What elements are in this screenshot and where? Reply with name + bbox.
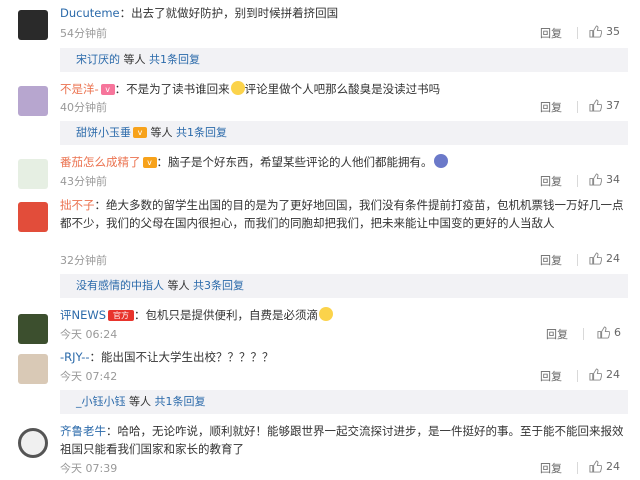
divider <box>577 27 578 39</box>
avatar[interactable] <box>18 86 48 116</box>
reply-button[interactable]: 回复 <box>540 252 562 268</box>
official-badge: 官方 <box>108 310 135 321</box>
reply-button[interactable]: 回复 <box>540 25 562 41</box>
thumbs-up-icon <box>589 368 603 381</box>
reply-tail: 等人 <box>147 126 176 139</box>
thumbs-up-icon <box>589 252 603 265</box>
reply-button[interactable]: 回复 <box>540 368 562 384</box>
vip-badge: v <box>133 127 147 138</box>
divider <box>577 254 578 266</box>
comment-text: 脑子是个好东西，希望某些评论的人他们都能拥有。 <box>168 155 433 169</box>
comment-username[interactable]: -RJY-- <box>60 350 90 364</box>
comment-username[interactable]: 齐鲁老牛 <box>60 424 106 438</box>
comment-text: 出去了就做好防护，别到时候拼着挤回国 <box>131 6 339 20</box>
like-button[interactable]: 24 <box>589 252 620 265</box>
comment-body: 齐鲁老牛：哈哈，无论咋说，顺利就好！能够跟世界一起交流探讨进步，是一件挺好的事。… <box>60 424 624 456</box>
comment-username[interactable]: 不是洋- <box>60 82 99 96</box>
view-replies-link[interactable]: 共1条回复 <box>149 53 200 66</box>
comment-body: 评NEWS 官方 ：包机只是提供便利，自费是必须滴 <box>60 306 630 324</box>
comment-text-cont: 评论里做个人吧那么酸臭是没读过书吗 <box>244 82 441 96</box>
comment-text: 哈哈，无论咋说，顺利就好！能够跟世界一起交流探讨进步，是一件挺好的事。至于能不能… <box>60 424 624 456</box>
view-replies-link[interactable]: 共3条回复 <box>193 279 244 292</box>
thumbs-up-icon <box>589 99 603 112</box>
thumbs-up-icon <box>597 326 611 339</box>
like-button[interactable]: 35 <box>589 25 620 38</box>
avatar[interactable] <box>18 428 48 458</box>
smile-emoji-icon <box>230 81 245 95</box>
comment-username[interactable]: Ducuteme <box>60 6 120 20</box>
comment-body: Ducuteme：出去了就做好防护，别到时候拼着挤回国 <box>60 6 339 20</box>
comment-time: 40分钟前 <box>60 101 107 114</box>
comment-username[interactable]: 评NEWS <box>60 308 106 322</box>
like-button[interactable]: 24 <box>589 460 620 473</box>
comment-username[interactable]: 番茄怎么成精了 <box>60 155 141 169</box>
comment-time: 54分钟前 <box>60 27 107 40</box>
like-count: 6 <box>614 326 621 339</box>
thumbs-up-icon <box>589 173 603 186</box>
reply-tail: 等人 <box>125 395 155 408</box>
like-count: 24 <box>606 368 620 381</box>
reply-summary[interactable]: _小钰小钰 等人 共1条回复 <box>60 390 628 414</box>
reply-tail: 等人 <box>120 53 149 66</box>
comment-time: 今天 07:39 <box>60 462 118 475</box>
comment-time: 今天 06:24 <box>60 328 118 341</box>
divider <box>577 175 578 187</box>
comment-username[interactable]: 拙不子 <box>60 198 95 212</box>
reply-summary[interactable]: 甜饼小玉垂 v 等人 共1条回复 <box>60 121 628 145</box>
comment-feed: Ducuteme：出去了就做好防护，别到时候拼着挤回国 54分钟前 回复 35 … <box>0 0 640 480</box>
divider <box>577 462 578 474</box>
like-button[interactable]: 37 <box>589 99 620 112</box>
divider <box>577 370 578 382</box>
reply-username[interactable]: 没有感情的中指人 <box>76 279 164 292</box>
thumbs-up-icon <box>589 25 603 38</box>
comment-text: 绝大多数的留学生出国的目的是为了更好地回国，我们没有条件提前打疫苗，包机机票钱一… <box>60 198 624 230</box>
reply-username[interactable]: 宋订厌的 <box>76 53 120 66</box>
emoji-icon <box>319 307 334 321</box>
comment-text: 不是为了读书谁回来 <box>126 82 230 96</box>
vip-badge: v <box>100 84 115 95</box>
reply-summary[interactable]: 没有感情的中指人 等人 共3条回复 <box>60 274 628 298</box>
reply-button[interactable]: 回复 <box>540 460 562 476</box>
comment-body: 拙不子：绝大多数的留学生出国的目的是为了更好地回国，我们没有条件提前打疫苗，包机… <box>60 198 624 230</box>
comment-time: 43分钟前 <box>60 175 107 188</box>
reply-username[interactable]: _小钰小钰 <box>76 395 126 408</box>
divider <box>583 328 584 340</box>
like-count: 34 <box>606 173 620 186</box>
comment-time: 今天 07:42 <box>60 370 118 383</box>
reply-summary[interactable]: 宋订厌的 等人 共1条回复 <box>60 48 628 72</box>
comment-text: 包机只是提供便利，自费是必须滴 <box>145 308 319 322</box>
divider <box>577 101 578 113</box>
like-count: 24 <box>606 252 620 265</box>
avatar[interactable] <box>18 354 48 384</box>
comment-body: 不是洋-v ：不是为了读书谁回来 评论里做个人吧那么酸臭是没读过书吗 <box>60 81 441 96</box>
reply-button[interactable]: 回复 <box>546 326 568 342</box>
comment-body: 番茄怎么成精了 v ：脑子是个好东西，希望某些评论的人他们都能拥有。 <box>60 153 630 171</box>
like-button[interactable]: 34 <box>589 173 620 186</box>
comment-body: -RJY--：能出国不让大学生出校？？？？？ <box>60 350 274 364</box>
avatar[interactable] <box>18 202 48 232</box>
reply-username[interactable]: 甜饼小玉垂 <box>76 126 131 139</box>
view-replies-link[interactable]: 共1条回复 <box>176 126 227 139</box>
like-button[interactable]: 24 <box>589 368 620 381</box>
avatar[interactable] <box>18 314 48 344</box>
reply-button[interactable]: 回复 <box>540 173 562 189</box>
comment-text: 能出国不让大学生出校？？？？？ <box>101 350 274 364</box>
comment-time: 32分钟前 <box>60 254 107 267</box>
reply-button[interactable]: 回复 <box>540 99 562 115</box>
emoji-icon <box>433 154 448 168</box>
like-button[interactable]: 6 <box>597 326 621 339</box>
view-replies-link[interactable]: 共1条回复 <box>155 395 206 408</box>
reply-tail: 等人 <box>164 279 193 292</box>
like-count: 24 <box>606 460 620 473</box>
like-count: 37 <box>606 99 620 112</box>
avatar[interactable] <box>18 159 48 189</box>
thumbs-up-icon <box>589 460 603 473</box>
like-count: 35 <box>606 25 620 38</box>
avatar[interactable] <box>18 10 48 40</box>
vip-badge: v <box>142 157 157 168</box>
